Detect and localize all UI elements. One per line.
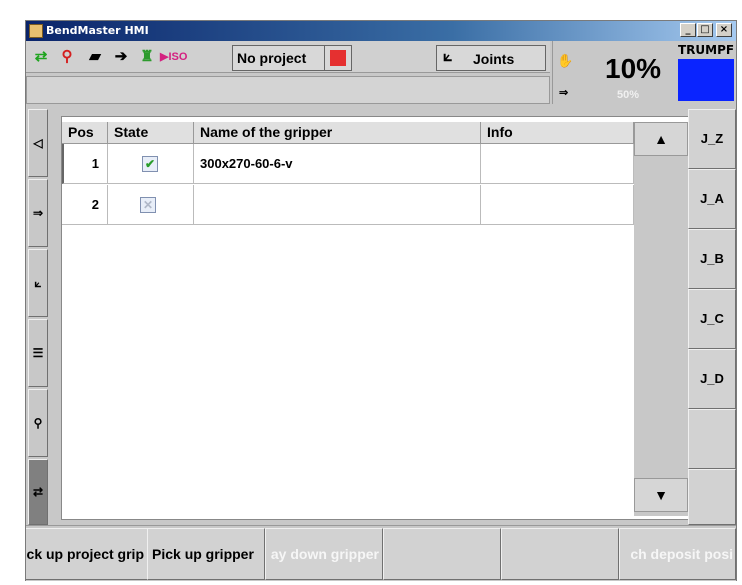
- bottom-button-label: ck up project grip: [26, 546, 144, 562]
- bottom-button-label: ay down gripper: [270, 546, 379, 562]
- speed-panel: ✋ ⇒ 10% 50%: [552, 41, 676, 104]
- stop-square-icon: [330, 50, 346, 66]
- axis-button-jz[interactable]: J_Z: [688, 109, 736, 169]
- tool-icon[interactable]: ▰: [84, 47, 106, 67]
- bottom-action-bar: ck up project grip Pick up gripper ay do…: [26, 525, 736, 581]
- axis-button-jc[interactable]: J_C: [688, 289, 736, 349]
- checkbox-unchecked-icon[interactable]: ✕: [140, 197, 156, 213]
- collapse-icon[interactable]: ◁: [28, 109, 48, 177]
- mode-label: Joints: [473, 51, 515, 67]
- lay-down-gripper-button[interactable]: ay down gripper: [265, 528, 383, 580]
- maximize-button[interactable]: □: [697, 23, 713, 37]
- hmi-window: BendMaster HMI _ □ × ⇄ ⚲ ▰ ➔ ♜ ▶ISO No p…: [25, 20, 737, 581]
- axis-button-empty[interactable]: [688, 469, 736, 525]
- bottom-button-label: ch deposit posi: [630, 546, 733, 562]
- coordinate-icon[interactable]: ⟀: [28, 249, 48, 317]
- speed-arrow-icon: ⇒: [559, 87, 569, 99]
- project-indicator[interactable]: No project: [232, 45, 330, 71]
- brand-label: TRUMPF: [678, 43, 735, 57]
- axis-button-empty[interactable]: [688, 409, 736, 469]
- table-row[interactable]: 2 ✕: [62, 185, 634, 225]
- status-strip: [26, 76, 550, 104]
- table-row[interactable]: 1 ✔ 300x270-60-6-v: [62, 144, 634, 184]
- pick-up-gripper-button[interactable]: Pick up gripper: [147, 528, 265, 580]
- axes-icon: ⟀: [443, 48, 453, 65]
- right-toolbar: J_Z J_A J_B J_C J_D: [688, 109, 736, 525]
- bottom-button-empty[interactable]: [383, 528, 501, 580]
- pick-up-project-gripper-button[interactable]: ck up project grip: [26, 528, 148, 580]
- speed-primary: 10%: [605, 53, 662, 84]
- java-app-icon: [29, 24, 43, 38]
- sensor-icon[interactable]: ⚲: [56, 47, 78, 67]
- pos-cell: 1: [64, 144, 108, 184]
- vertical-scrollbar[interactable]: ▲ ▼: [634, 122, 688, 516]
- scroll-down-icon[interactable]: ▼: [634, 478, 688, 512]
- bottom-button-empty[interactable]: [501, 528, 619, 580]
- column-header-info[interactable]: Info: [481, 122, 634, 144]
- axis-button-ja[interactable]: J_A: [688, 169, 736, 229]
- flip-tool-icon[interactable]: ⇄: [28, 459, 48, 525]
- stop-indicator[interactable]: [324, 45, 352, 71]
- iso-icon[interactable]: ▶ISO: [160, 47, 187, 67]
- state-cell: ✔: [108, 144, 194, 184]
- toolbar: ⇄ ⚲ ▰ ➔ ♜ ▶ISO No project ⟀ Joints: [26, 41, 550, 73]
- gripper-table: Pos State Name of the gripper Info 1 ✔ 3…: [61, 116, 689, 520]
- hand-icon: ✋: [557, 53, 574, 68]
- close-button[interactable]: ×: [716, 23, 732, 37]
- pos-cell: 2: [62, 185, 108, 225]
- sensor-tool-icon[interactable]: ⚲: [28, 389, 48, 457]
- speed-secondary: 50%: [617, 89, 640, 101]
- axis-button-jd[interactable]: J_D: [688, 349, 736, 409]
- approach-deposit-position-button[interactable]: ch deposit posi: [619, 528, 736, 580]
- name-cell: 300x270-60-6-v: [194, 144, 481, 184]
- flip-icon[interactable]: ⇄: [30, 47, 52, 67]
- forward-icon[interactable]: ⇒: [28, 179, 48, 247]
- list-icon[interactable]: ☰: [28, 319, 48, 387]
- state-cell: ✕: [108, 185, 194, 225]
- project-label: No project: [237, 50, 307, 66]
- left-toolbar: ◁ ⇒ ⟀ ☰ ⚲ ⇄: [26, 109, 48, 525]
- minimize-button[interactable]: _: [680, 23, 696, 37]
- mode-selector[interactable]: ⟀ Joints: [436, 45, 546, 71]
- name-cell: [194, 185, 481, 225]
- gripper-icon[interactable]: ♜: [136, 47, 158, 67]
- column-header-pos[interactable]: Pos: [62, 122, 108, 144]
- column-header-state[interactable]: State: [108, 122, 194, 144]
- brand-color-block: [678, 59, 734, 101]
- arrow-icon[interactable]: ➔: [110, 47, 132, 67]
- scroll-up-icon[interactable]: ▲: [634, 122, 688, 156]
- window-title: BendMaster HMI: [46, 24, 149, 37]
- axis-button-jb[interactable]: J_B: [688, 229, 736, 289]
- title-bar: BendMaster HMI _ □ ×: [26, 21, 736, 41]
- brand-panel: TRUMPF: [676, 41, 736, 104]
- info-cell: [481, 144, 634, 184]
- info-cell: [481, 185, 634, 225]
- checkbox-checked-icon[interactable]: ✔: [142, 156, 158, 172]
- column-header-name[interactable]: Name of the gripper: [194, 122, 481, 144]
